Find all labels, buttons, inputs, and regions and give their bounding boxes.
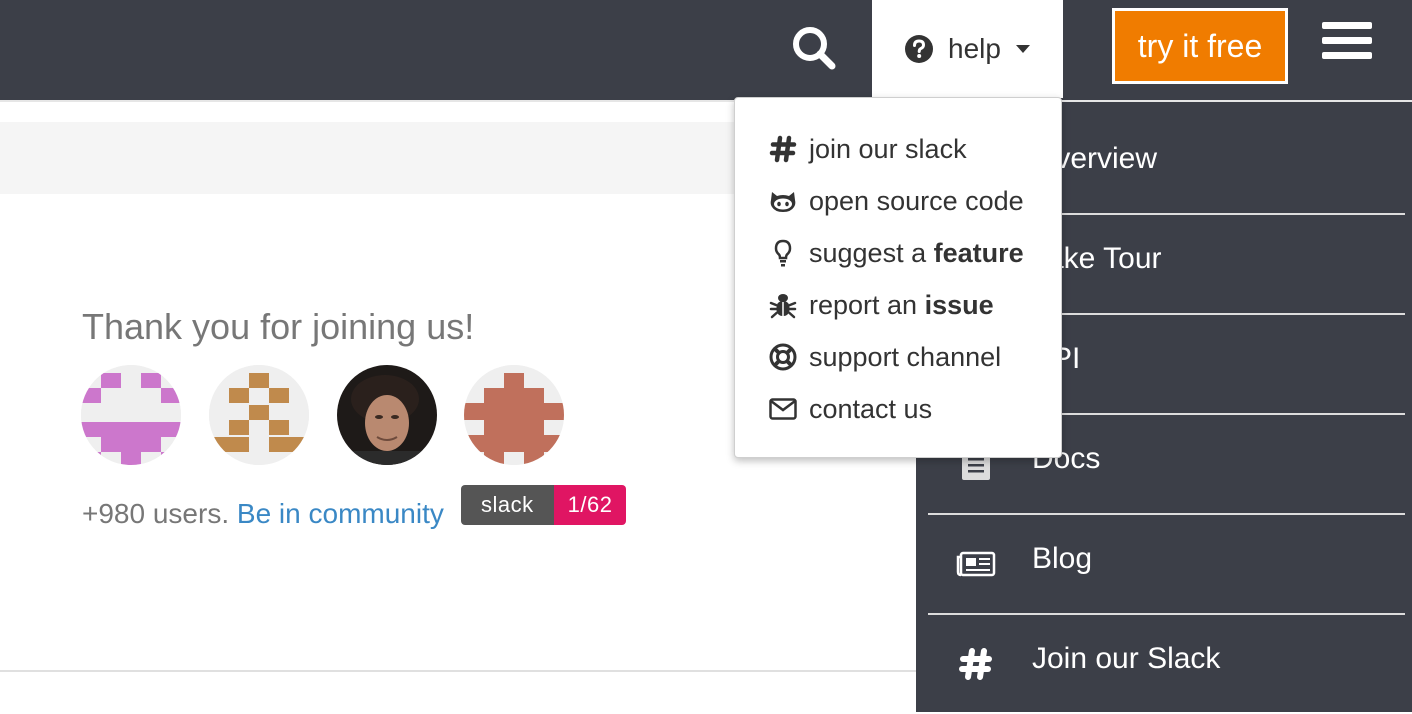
question-circle-icon [905,35,934,63]
help-dropdown-toggle[interactable]: help [872,0,1063,98]
community-line: +980 users. Be in community [82,498,444,530]
menu-item-join-slack[interactable]: join our slack [769,129,967,169]
search-button[interactable] [786,20,842,76]
menu-bar [1322,52,1372,59]
menu-bar [1322,37,1372,44]
newspaper-icon [956,551,996,577]
identicon [464,365,564,465]
users-count: +980 users. [82,498,230,529]
help-dropdown-menu: join our slack open source code suggest … [734,97,1062,458]
help-label: help [948,33,1001,64]
menu-item-text: report an issue [809,289,994,320]
menu-item-contact-us[interactable]: contact us [769,389,932,429]
menu-item-text: open source code [809,185,1024,216]
menu-item-text: join our slack [809,133,967,164]
search-icon [793,27,836,70]
menu-item-support-channel[interactable]: support channel [769,337,1001,377]
envelope-icon [769,398,797,420]
thanks-heading: Thank you for joining us! [82,306,475,347]
slack-hash-icon [769,135,797,163]
avatar-user-1[interactable] [81,365,181,465]
menu-bar [1322,22,1372,29]
try-it-free-button[interactable]: try it free [1112,8,1288,84]
slack-badge[interactable]: slack 1/62 [461,485,627,525]
menu-item-text: suggest a feature [809,237,1024,268]
nav-item-label: Blog [1032,542,1093,575]
menu-item-text: contact us [809,393,933,424]
user-photo [337,365,437,465]
menu-item-source-code[interactable]: open source code [769,181,1024,221]
community-link[interactable]: Be in community [237,498,444,529]
caret-down-icon [1015,45,1030,53]
nav-item-blog[interactable]: Blog [916,514,1412,614]
slack-hash-icon [959,648,992,680]
identicon [209,365,309,465]
avatar-user-photo[interactable] [337,365,437,465]
slack-badge-count: 1/62 [553,485,627,525]
lightbulb-icon [774,239,792,267]
nav-item-join-slack[interactable]: Join our Slack [916,614,1412,714]
lifebuoy-icon [769,343,797,371]
identicon [81,365,181,465]
menu-item-text: support channel [809,341,1002,372]
menu-item-report-issue[interactable]: report an issue [769,285,994,325]
menu-item-suggest-feature[interactable]: suggest a feature [769,233,1024,273]
hamburger-menu-button[interactable] [1322,22,1372,68]
content-divider [0,670,916,672]
nav-item-label: Join our Slack [1032,642,1221,675]
slack-badge-label: slack [461,485,554,525]
github-icon [770,192,796,212]
bug-icon [769,294,797,319]
avatar-user-2[interactable] [209,365,309,465]
avatar-user-4[interactable] [464,365,564,465]
